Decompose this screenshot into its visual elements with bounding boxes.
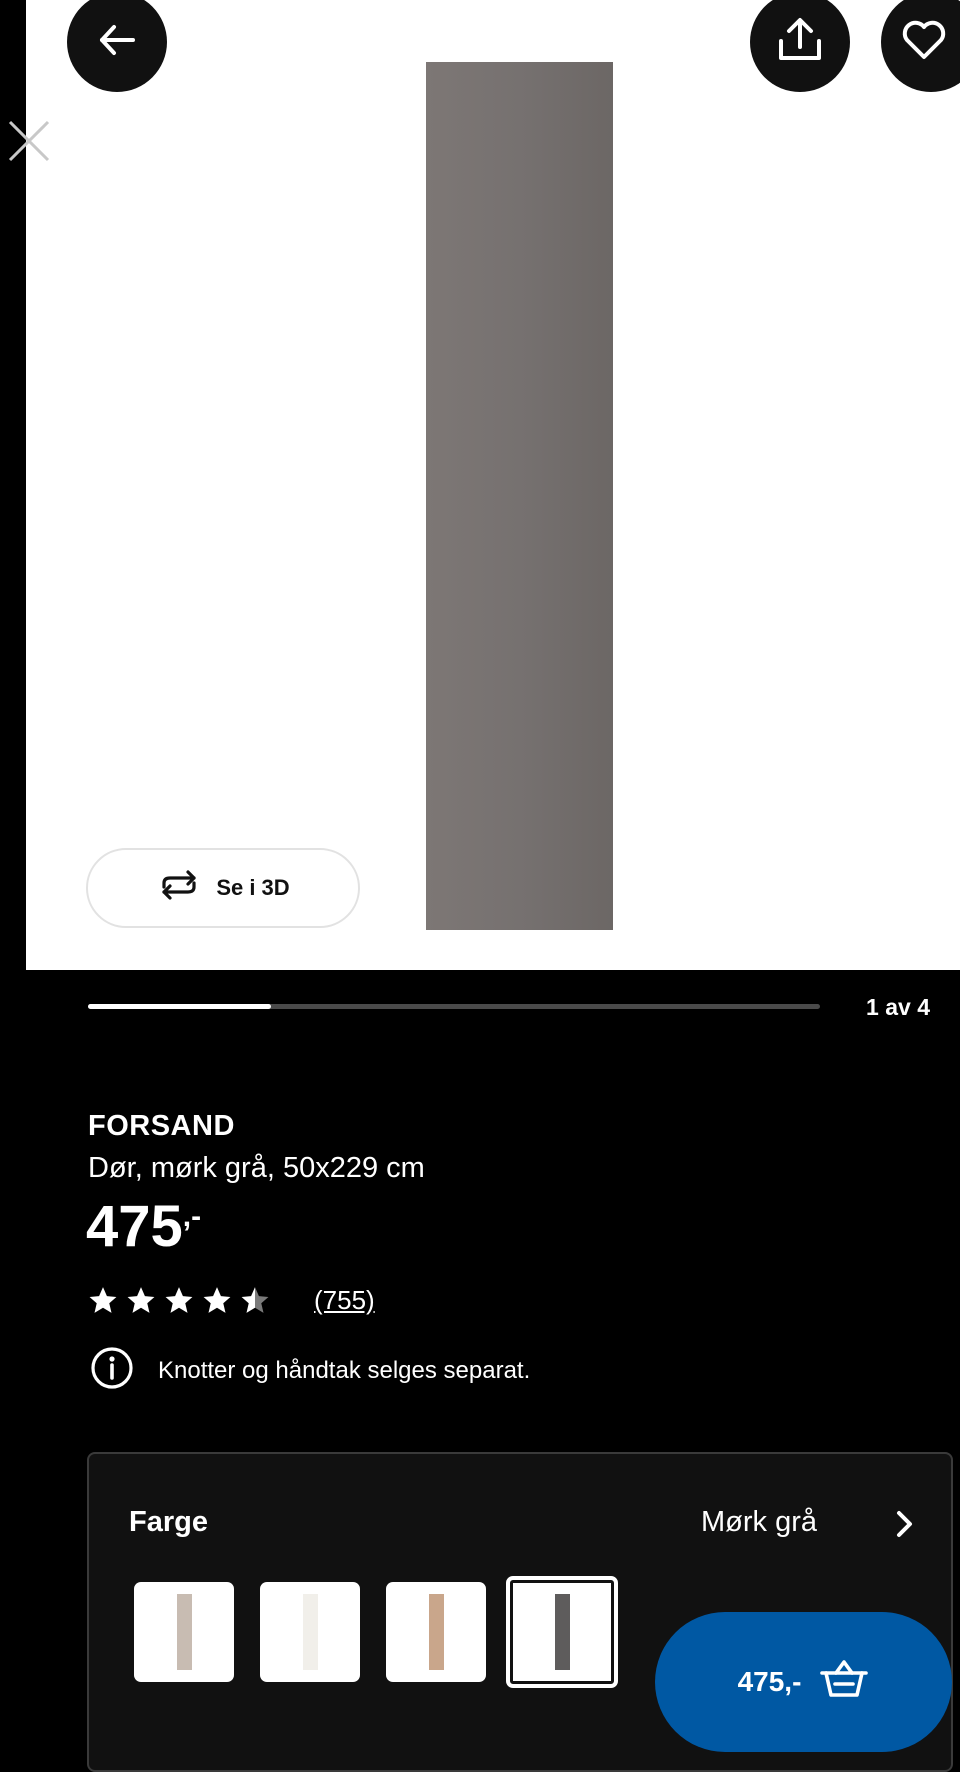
review-count-link[interactable]: (755)	[314, 1285, 375, 1316]
color-swatch-oak[interactable]	[386, 1582, 486, 1682]
selected-color-value[interactable]: Mørk grå	[701, 1506, 817, 1539]
star-icon	[240, 1286, 270, 1319]
star-icon	[88, 1286, 118, 1319]
swatch-color	[302, 1594, 318, 1670]
product-description: Dør, mørk grå, 50x229 cm	[88, 1152, 425, 1184]
share-icon	[774, 15, 826, 70]
cart-price-label: 475,-	[737, 1666, 802, 1697]
swatch-color	[428, 1594, 444, 1670]
rotate-3d-icon	[156, 870, 202, 906]
color-swatch-dark-grey[interactable]	[506, 1576, 618, 1688]
color-swatch-beige[interactable]	[134, 1582, 234, 1682]
gallery-page-indicator: 1 av 4	[866, 994, 930, 1020]
close-icon[interactable]	[4, 116, 54, 166]
star-icon	[202, 1286, 232, 1319]
product-name: FORSAND	[88, 1110, 235, 1142]
add-to-cart-button[interactable]: 475,-	[655, 1612, 952, 1752]
info-note-text: Knotter og håndtak selges separat.	[158, 1356, 531, 1384]
gallery-progress-fill	[88, 1004, 271, 1009]
price-value: 475	[86, 1194, 183, 1259]
view-3d-button[interactable]: Se i 3D	[86, 848, 360, 928]
color-label: Farge	[129, 1506, 208, 1538]
product-image-door	[426, 62, 613, 930]
gallery-progress-bar	[88, 1004, 820, 1009]
star-icon	[126, 1286, 156, 1319]
rating-stars[interactable]	[88, 1286, 270, 1319]
basket-icon	[819, 1658, 869, 1707]
info-icon	[90, 1346, 134, 1395]
view-3d-label: Se i 3D	[216, 875, 290, 900]
product-image-gallery[interactable]: Se i 3D	[26, 0, 960, 970]
color-swatch-white[interactable]	[260, 1582, 360, 1682]
price-suffix: ,-	[182, 1200, 202, 1233]
left-edge	[0, 0, 26, 1744]
swatch-color	[554, 1594, 570, 1670]
product-price: 475,-	[86, 1198, 201, 1256]
heart-icon	[901, 19, 947, 66]
back-arrow-icon	[95, 18, 139, 67]
swatch-color	[176, 1594, 192, 1670]
info-note: Knotter og håndtak selges separat.	[90, 1346, 530, 1395]
chevron-right-icon[interactable]	[889, 1508, 919, 1545]
star-icon	[164, 1286, 194, 1319]
